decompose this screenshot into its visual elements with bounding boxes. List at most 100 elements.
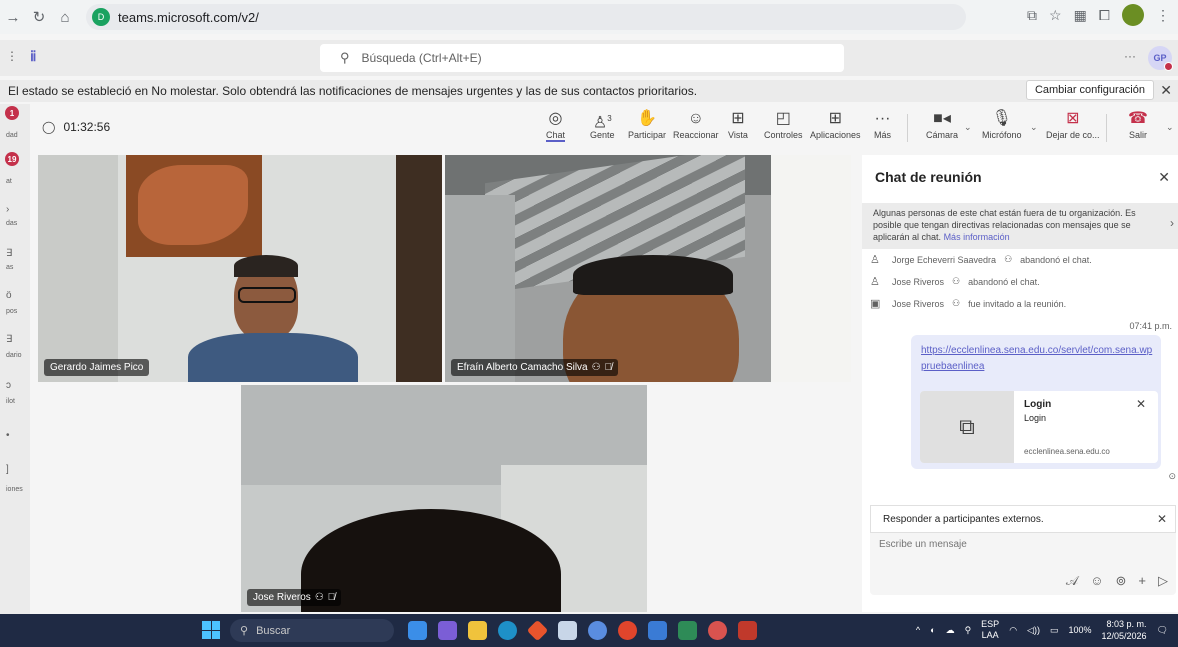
pdf-reader-icon[interactable] <box>738 621 757 640</box>
copilot-app-icon[interactable] <box>438 621 457 640</box>
more-info-link[interactable]: Más información <box>944 232 1010 242</box>
extension-icon[interactable]: ▦ <box>1074 7 1087 24</box>
reload-icon[interactable]: ↻ <box>26 4 52 30</box>
bookmark-star-icon[interactable]: ☆ <box>1049 7 1062 24</box>
rail-item-activity[interactable]: dad <box>0 132 30 139</box>
battery-icon[interactable]: ▭ <box>1050 625 1059 636</box>
taskbar-apps <box>408 619 757 642</box>
painting-figure <box>138 165 248 245</box>
rail-item-chat[interactable]: at <box>0 178 30 185</box>
windows-start-icon[interactable] <box>202 621 220 639</box>
change-settings-button[interactable]: Cambiar configuración <box>1025 80 1154 100</box>
message-link[interactable]: https://ecclenlinea.sena.edu.co/servlet/… <box>921 343 1157 375</box>
more-button[interactable]: ··· Más <box>874 108 891 140</box>
link-icon: ⧉ <box>920 391 1014 463</box>
close-icon[interactable]: ✕ <box>1157 512 1167 526</box>
search-box[interactable]: ⚲ Búsqueda (Ctrl+Alt+E) <box>320 44 844 72</box>
app-icon[interactable] <box>526 619 549 642</box>
notifications-icon[interactable]: 🗨 <box>1157 625 1168 636</box>
install-app-icon[interactable]: ⧉ <box>1027 7 1037 24</box>
chevron-down-icon[interactable]: ⌄ <box>1166 122 1174 133</box>
rail-item-teams[interactable]: as <box>0 264 30 271</box>
mic-muted-icon: 🎙̸ <box>327 592 336 603</box>
link-preview-card[interactable]: ⧉ Login Login ecclenlinea.sena.edu.co ✕ <box>920 391 1158 463</box>
app-icon[interactable] <box>648 621 667 640</box>
forward-icon[interactable]: → <box>0 4 26 30</box>
browser-profile-avatar[interactable] <box>1122 4 1144 26</box>
app-launcher-icon[interactable]: ⋮ <box>6 49 18 63</box>
person-shirt <box>188 333 358 382</box>
send-icon[interactable]: ▷ <box>1158 573 1168 589</box>
rail-item-copilot[interactable]: ilot <box>0 398 30 405</box>
system-message-name: Jose Riveros <box>892 298 945 309</box>
chevron-right-icon[interactable]: › <box>1170 217 1174 229</box>
close-icon[interactable]: ✕ <box>1136 397 1146 411</box>
cloud-icon[interactable]: ☁ <box>946 625 955 636</box>
people-leave-icon: ♙ <box>870 276 880 288</box>
url-text[interactable]: teams.microsoft.com/v2/ <box>118 10 259 25</box>
app-icon[interactable] <box>708 621 727 640</box>
stop-sharing-button[interactable]: ⊠ Dejar de co... <box>1046 108 1100 140</box>
home-icon[interactable]: ⌂ <box>52 4 78 30</box>
plus-icon[interactable]: + <box>1138 573 1146 589</box>
mic-button[interactable]: 🎙 Micrófono <box>982 108 1022 140</box>
file-explorer-icon[interactable] <box>468 621 487 640</box>
people-button[interactable]: ♙3 Gente <box>590 108 615 140</box>
language-code: ESP <box>981 619 1000 629</box>
apps-button[interactable]: ⊞ Aplicaciones <box>810 108 861 140</box>
format-icon[interactable]: 𝒜 <box>1066 573 1078 589</box>
emoji-icon[interactable]: ☺ <box>1090 573 1103 589</box>
site-info-icon[interactable]: D <box>92 8 110 26</box>
wifi-icon[interactable]: ◠ <box>1009 625 1017 636</box>
react-button[interactable]: ☺ Reaccionar <box>673 108 719 140</box>
camera-button[interactable]: ■◂ Cámara <box>926 108 958 140</box>
raise-hand-button[interactable]: ✋ Participar <box>628 108 666 140</box>
battery-percent: 100% <box>1068 625 1092 635</box>
rail-item-files[interactable]: pos <box>0 308 30 315</box>
language-indicator[interactable]: ESP LAA <box>981 619 999 641</box>
view-button[interactable]: ⊞ Vista <box>728 108 748 140</box>
leave-button[interactable]: ☎ Salir <box>1128 108 1148 140</box>
more-apps-icon[interactable]: • <box>0 430 30 441</box>
taskbar-search[interactable]: ⚲ Buscar <box>230 619 394 642</box>
usb-icon[interactable]: ⚲ <box>965 625 972 636</box>
store-icon[interactable] <box>558 621 577 640</box>
participant-video[interactable]: Efraín Alberto Camacho Silva ⚇ 🎙̸ <box>445 155 851 382</box>
participant-video[interactable]: Gerardo Jaimes Pico <box>38 155 442 382</box>
loop-icon[interactable]: ⊚ <box>1116 573 1127 589</box>
shelf <box>396 155 442 382</box>
chevron-down-icon[interactable]: ⌄ <box>1030 122 1038 133</box>
puzzle-icon[interactable]: ⧠ <box>1099 7 1110 24</box>
close-icon[interactable]: ✕ <box>1158 169 1170 186</box>
controls-icon: ◰ <box>775 110 791 127</box>
external-user-icon: ⚇ <box>314 592 324 603</box>
address-bar[interactable]: D teams.microsoft.com/v2/ <box>86 4 966 30</box>
person-hair <box>573 255 733 295</box>
rail-item-apps[interactable]: iones <box>0 486 30 493</box>
participant-video[interactable]: Jose Riveros ⚇ 🎙̸ <box>241 385 647 612</box>
rail-item-calls[interactable]: das <box>0 220 30 227</box>
chevron-down-icon[interactable]: ⌄ <box>964 122 972 133</box>
app-icon[interactable] <box>678 621 697 640</box>
clock[interactable]: 8:03 p. m. 12/05/2026 <box>1102 618 1147 642</box>
message-input[interactable] <box>879 539 1159 550</box>
app-icon[interactable] <box>588 621 607 640</box>
user-avatar[interactable]: GP <box>1148 46 1173 71</box>
chat-icon: ◎ <box>548 110 563 127</box>
files-icon: ö <box>6 290 12 301</box>
close-icon[interactable]: ✕ <box>1160 82 1172 99</box>
edge-icon[interactable] <box>498 621 517 640</box>
chat-button[interactable]: ◎ Chat <box>546 108 566 142</box>
chevron-up-icon[interactable]: ^ <box>916 625 920 635</box>
raise-label: Participar <box>628 130 667 140</box>
browser-menu-icon[interactable]: ⋮ <box>1156 7 1170 24</box>
volume-icon[interactable]: ◁)) <box>1027 625 1040 636</box>
more-options-icon[interactable]: ··· <box>1124 49 1136 63</box>
app-icon[interactable] <box>408 621 427 640</box>
controls-button[interactable]: ◰ Controles <box>764 108 803 140</box>
rail-item-calendar[interactable]: dario <box>0 352 30 359</box>
participant-name: Efraín Alberto Camacho Silva <box>457 362 588 373</box>
tray-app-icon[interactable]: ◐ <box>930 625 935 635</box>
camera-icon: ■◂ <box>933 110 951 127</box>
chrome-icon[interactable] <box>618 621 637 640</box>
